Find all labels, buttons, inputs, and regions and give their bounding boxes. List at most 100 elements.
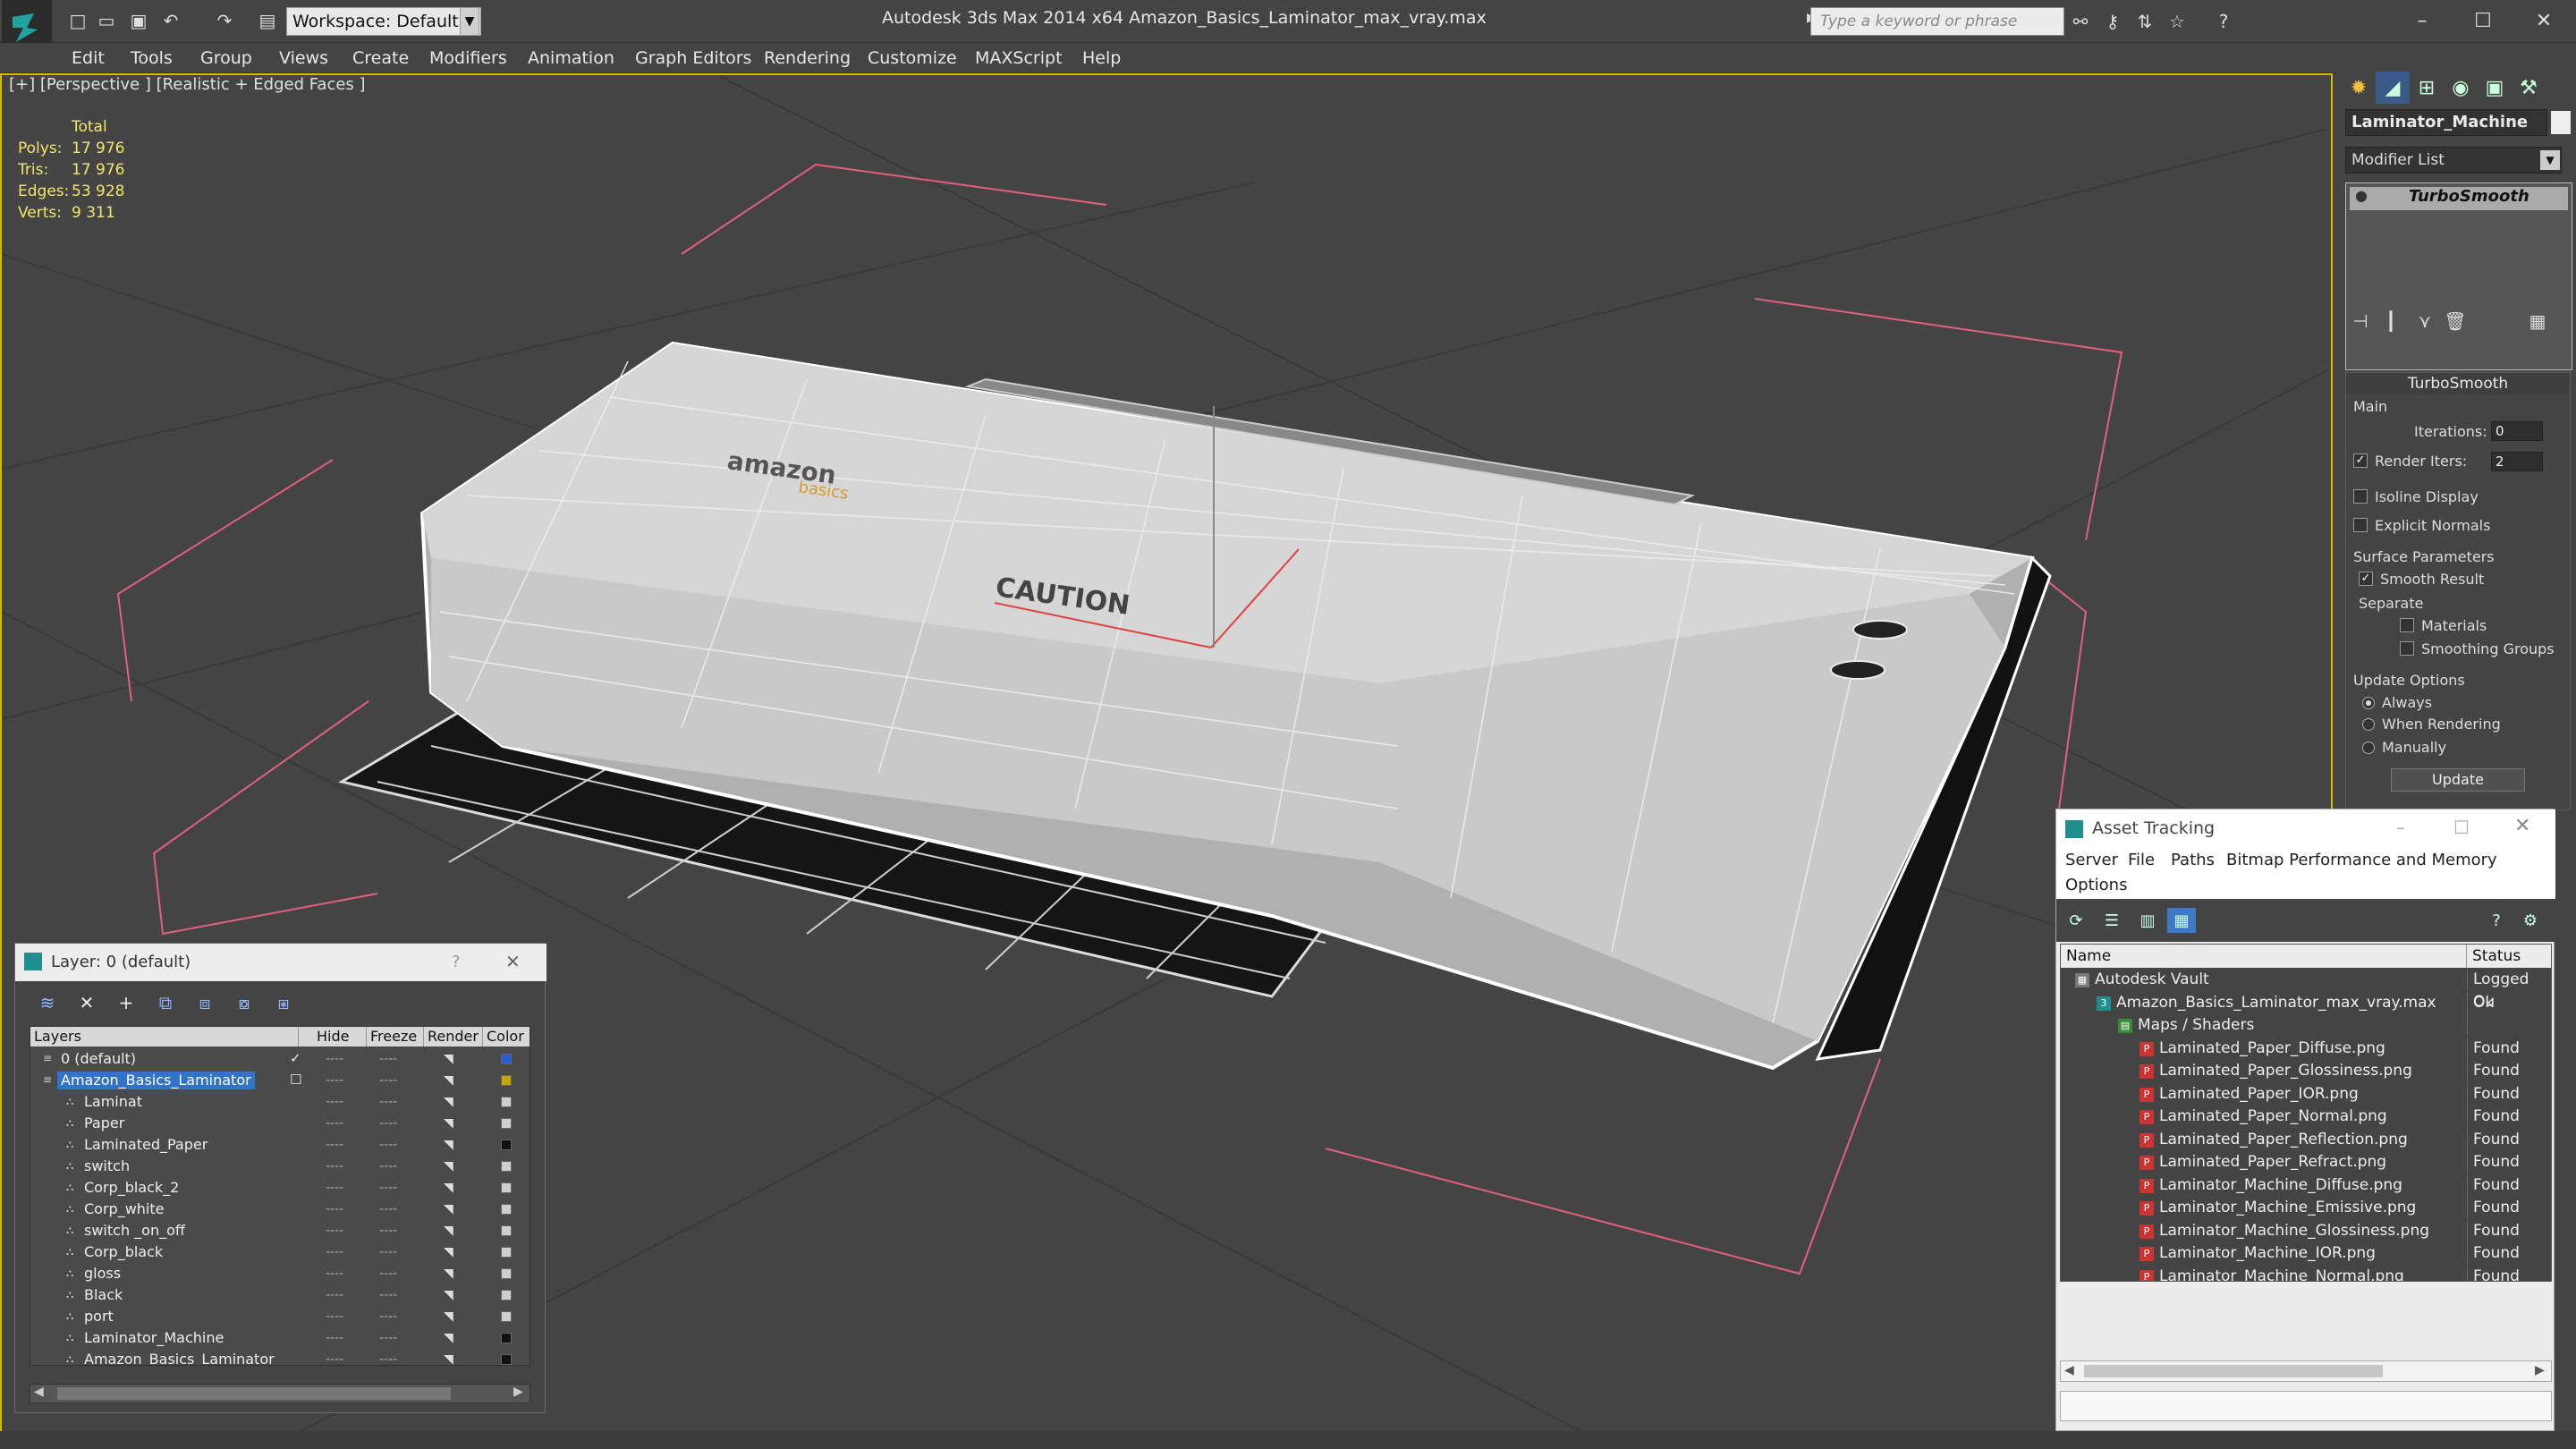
layer-row[interactable]: ⛬ Black ---- ---- ◥	[30, 1284, 530, 1306]
layer-row[interactable]: ≡ 0 (default) ✓ ---- ---- ◥	[30, 1048, 530, 1070]
asset-horizontal-scrollbar[interactable]: ◀ ▶	[2060, 1360, 2552, 1382]
render-teapot-icon[interactable]: ◥	[444, 1329, 453, 1347]
layer-color-swatch[interactable]	[501, 1247, 512, 1258]
scroll-right-icon[interactable]: ▶	[2535, 1363, 2545, 1377]
layer-row[interactable]: ⛬ Corp_black_2 ---- ---- ◥	[30, 1177, 530, 1199]
render-teapot-icon[interactable]: ◥	[444, 1265, 453, 1283]
menu-file[interactable]: File	[2128, 851, 2155, 869]
freeze-toggle[interactable]: ----	[379, 1329, 397, 1347]
menu-customize[interactable]: Customize	[868, 43, 957, 73]
render-teapot-icon[interactable]: ◥	[444, 1222, 453, 1240]
layer-name[interactable]: Amazon_Basics_Laminator	[57, 1072, 255, 1089]
iterations-spinner[interactable]: 0	[2491, 421, 2543, 441]
layer-color-swatch[interactable]	[501, 1290, 512, 1301]
hide-toggle[interactable]: ----	[326, 1093, 343, 1111]
scroll-left-icon[interactable]: ◀	[34, 1385, 44, 1399]
menu-bitmap-performance[interactable]: Bitmap Performance and Memory	[2226, 851, 2497, 869]
freeze-toggle[interactable]: ----	[379, 1050, 397, 1068]
render-teapot-icon[interactable]: ◥	[444, 1200, 453, 1218]
menu-rendering[interactable]: Rendering	[764, 43, 851, 73]
asset-row[interactable]: P Laminated_Paper_Diffuse.png Found	[2061, 1037, 2551, 1061]
col-name[interactable]: Name	[2061, 945, 2467, 968]
menu-maxscript[interactable]: MAXScript	[975, 43, 1063, 73]
hide-toggle[interactable]: ----	[326, 1114, 343, 1132]
col-freeze[interactable]: Freeze	[367, 1027, 424, 1046]
hide-toggle[interactable]: ----	[326, 1222, 343, 1240]
hide-toggle[interactable]: ----	[326, 1329, 343, 1347]
menu-views[interactable]: Views	[279, 43, 328, 73]
current-layer-box-icon[interactable]: ☐	[290, 1072, 301, 1088]
asset-row[interactable]: P Laminated_Paper_Reflection.png Found	[2061, 1128, 2551, 1152]
scroll-thumb[interactable]	[57, 1387, 451, 1400]
modifier-list-dropdown[interactable]: Modifier List	[2345, 147, 2562, 174]
layer-row[interactable]: ⛬ Paper ---- ---- ◥	[30, 1113, 530, 1134]
select-objects-icon[interactable]: ⧉	[151, 988, 180, 1017]
freeze-toggle[interactable]: ----	[379, 1222, 397, 1240]
menu-help[interactable]: Help	[1082, 43, 1121, 73]
layer-row[interactable]: ⛬ Laminator_Machine ---- ---- ◥	[30, 1327, 530, 1349]
open-file-icon[interactable]: ▭	[93, 7, 120, 34]
materials-checkbox[interactable]	[2400, 618, 2414, 632]
manually-radio[interactable]	[2362, 741, 2375, 754]
menu-edit[interactable]: Edit	[72, 43, 105, 73]
make-unique-icon[interactable]: ⋎	[2411, 308, 2438, 335]
asset-row[interactable]: P Laminator_Machine_Emissive.png Found	[2061, 1197, 2551, 1220]
isoline-checkbox[interactable]	[2353, 489, 2368, 504]
layer-color-swatch[interactable]	[501, 1333, 512, 1343]
layer-color-swatch[interactable]	[501, 1225, 512, 1236]
render-teapot-icon[interactable]: ◥	[444, 1308, 453, 1326]
layer-row[interactable]: ⛬ switch _on_off ---- ---- ◥	[30, 1220, 530, 1241]
layer-name[interactable]: Amazon_Basics_Laminator	[80, 1351, 278, 1365]
render-teapot-icon[interactable]: ◥	[444, 1136, 453, 1154]
layer-name[interactable]: Corp_white	[80, 1200, 167, 1218]
layer-color-swatch[interactable]	[501, 1204, 512, 1215]
layer-color-swatch[interactable]	[501, 1354, 512, 1365]
workspace-dropdown[interactable]: Workspace: Default	[286, 7, 481, 36]
close-icon[interactable]: ✕	[505, 951, 521, 972]
exchange-icon[interactable]: ⇅	[2131, 7, 2159, 36]
render-teapot-icon[interactable]: ◥	[444, 1093, 453, 1111]
hide-toggle[interactable]: ----	[326, 1286, 343, 1304]
asset-row[interactable]: P Laminator_Machine_Glossiness.png Found	[2061, 1219, 2551, 1243]
freeze-toggle[interactable]: ----	[379, 1136, 397, 1154]
layer-row[interactable]: ⛬ Laminat ---- ---- ◥	[30, 1091, 530, 1113]
freeze-toggle[interactable]: ----	[379, 1265, 397, 1283]
asset-row[interactable]: P Laminator_Machine_IOR.png Found	[2061, 1242, 2551, 1266]
hide-toggle[interactable]: ----	[326, 1136, 343, 1154]
asset-row[interactable]: ▦ Autodesk Vault Logged Ou	[2061, 969, 2551, 1011]
layer-color-swatch[interactable]	[501, 1097, 512, 1107]
binoculars-icon[interactable]: ⚯	[2066, 7, 2095, 36]
scroll-left-icon[interactable]: ◀	[2064, 1363, 2074, 1377]
hide-toggle[interactable]: ----	[326, 1050, 343, 1068]
smooth-result-checkbox[interactable]: ✓	[2359, 572, 2373, 586]
freeze-toggle[interactable]: ----	[379, 1200, 397, 1218]
col-layers[interactable]: Layers	[30, 1027, 299, 1046]
layer-color-swatch[interactable]	[501, 1118, 512, 1129]
layer-name[interactable]: gloss	[80, 1265, 124, 1283]
hide-toggle[interactable]: ----	[326, 1200, 343, 1218]
freeze-toggle[interactable]: ----	[379, 1243, 397, 1261]
freeze-toggle[interactable]: ----	[379, 1093, 397, 1111]
new-file-icon[interactable]: □	[64, 7, 91, 34]
hide-toggle[interactable]: ----	[326, 1308, 343, 1326]
list-view-icon[interactable]: ☰	[2097, 908, 2126, 933]
asset-row[interactable]: P Laminated_Paper_IOR.png Found	[2061, 1082, 2551, 1106]
add-to-layer-icon[interactable]: +	[112, 988, 140, 1017]
layer-name[interactable]: Laminator_Machine	[80, 1329, 227, 1347]
utilities-tab-icon[interactable]: ⚒	[2512, 72, 2546, 104]
hide-toggle[interactable]: ----	[326, 1179, 343, 1197]
hide-toggle[interactable]: ----	[326, 1157, 343, 1175]
layer-row[interactable]: ⛬ switch ---- ---- ◥	[30, 1156, 530, 1177]
menu-server[interactable]: Server	[2065, 851, 2118, 869]
rollout-title[interactable]: TurboSmooth	[2346, 373, 2570, 394]
project-folder-icon[interactable]: ▤	[254, 7, 281, 34]
asset-row[interactable]: P Laminated_Paper_Glossiness.png Found	[2061, 1060, 2551, 1083]
close-icon[interactable]: ✕	[2515, 4, 2572, 38]
asset-row[interactable]: ▤ Maps / Shaders	[2061, 1014, 2551, 1038]
render-teapot-icon[interactable]: ◥	[444, 1351, 453, 1365]
help-icon[interactable]: ?	[2209, 7, 2238, 36]
layer-name[interactable]: Corp_black	[80, 1243, 166, 1261]
explicit-normals-checkbox[interactable]	[2353, 518, 2368, 532]
render-teapot-icon[interactable]: ◥	[444, 1114, 453, 1132]
search-input[interactable]: Type a keyword or phrase	[1810, 7, 2064, 36]
